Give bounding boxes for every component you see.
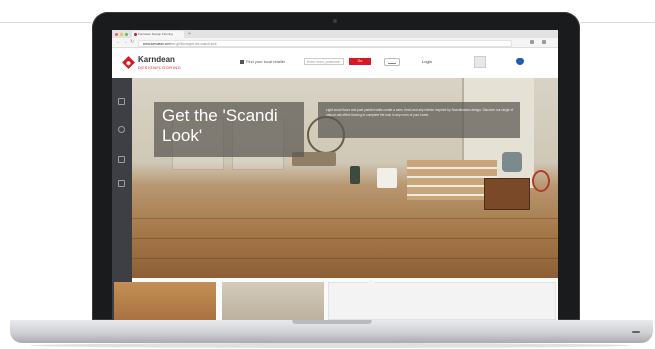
url-path: /en-gb/floors/get-the-scandi-look [170, 41, 217, 46]
karndean-logo-icon[interactable] [122, 56, 135, 69]
hero-title: Get the 'Scandi Look' [162, 106, 278, 145]
tab-title: Karndean Design Flooring [138, 32, 173, 36]
tennis-racket [532, 170, 550, 192]
sidebar-grid-icon[interactable] [118, 156, 125, 163]
favourites-icon[interactable] [516, 58, 524, 65]
back-arrow-icon[interactable]: ← [116, 39, 121, 46]
divider-line-right [580, 22, 655, 23]
floor-plank-line [132, 258, 558, 259]
favicon-icon [134, 33, 137, 36]
sidebar-menu-icon[interactable] [118, 98, 125, 105]
site-header: Karndean DESIGNFLOORING Find your local … [112, 48, 558, 79]
account-icon[interactable] [474, 56, 486, 68]
divider-line-left [0, 22, 92, 23]
floor-plank-line [132, 218, 558, 219]
laptop-opening-notch [292, 320, 372, 324]
url-host: www.karndean.com [143, 41, 171, 46]
sidebar-list-icon[interactable] [118, 180, 125, 187]
go-button[interactable]: Go [349, 58, 371, 65]
product-thumbnail-oak[interactable] [114, 282, 216, 320]
hero-banner[interactable]: Get the 'Scandi Look' Light wood floors … [132, 78, 558, 278]
laptop-shadow [30, 343, 630, 348]
window-maximize-button[interactable] [125, 32, 128, 36]
power-indicator [632, 331, 640, 333]
wellington-boots [350, 166, 360, 184]
laptop-base [10, 320, 653, 343]
wooden-trunk [484, 178, 530, 210]
hero-description-panel: Light wood floors and pale painted walls… [318, 102, 520, 138]
logo-name[interactable]: Karndean [138, 55, 175, 64]
carousel-dots [335, 268, 350, 278]
product-thumbnail-stone[interactable] [222, 282, 324, 320]
floor-plank-line [132, 238, 558, 239]
hero-title-panel: Get the 'Scandi Look' [154, 102, 304, 157]
sidebar-search-icon[interactable] [118, 126, 125, 133]
browser-tab[interactable]: Karndean Design Flooring [132, 31, 184, 38]
hero-description: Light wood floors and pale painted walls… [326, 108, 514, 117]
url-input[interactable]: www.karndean.com/en-gb/floors/get-the-sc… [138, 40, 512, 47]
url-text: www.karndean.com/en-gb/floors/get-the-sc… [143, 42, 217, 46]
laptop-lid: Karndean Design Flooring + ← → ↻ www.kar… [92, 12, 580, 320]
store-finder-link[interactable]: Find your local retailer [240, 59, 285, 64]
logo-subtitle: DESIGNFLOORING [138, 65, 182, 70]
holdall-bag [502, 152, 522, 172]
address-bar: ← → ↻ www.karndean.com/en-gb/floors/get-… [112, 38, 558, 48]
extension-icon[interactable] [530, 40, 534, 44]
browser-tab-bar: Karndean Design Flooring + [112, 30, 558, 38]
store-icon [240, 59, 244, 64]
login-link[interactable]: Login [422, 59, 432, 64]
new-tab-button[interactable]: + [188, 31, 191, 37]
reload-icon[interactable]: ↻ [130, 39, 134, 46]
sample-basket-icon[interactable] [384, 58, 400, 66]
window-close-button[interactable] [115, 32, 118, 36]
laptop-screen: Karndean Design Flooring + ← → ↻ www.kar… [112, 30, 558, 320]
forward-arrow-icon[interactable]: → [123, 39, 128, 46]
white-stool [377, 168, 397, 188]
store-finder-label: Find your local retailer [246, 59, 286, 64]
product-info-panel [328, 279, 556, 320]
caret-up-icon [367, 279, 375, 283]
menu-icon[interactable] [542, 40, 546, 44]
postcode-input[interactable]: Enter town, postcode [304, 58, 344, 65]
window-minimize-button[interactable] [120, 32, 123, 36]
webcam [333, 19, 337, 23]
